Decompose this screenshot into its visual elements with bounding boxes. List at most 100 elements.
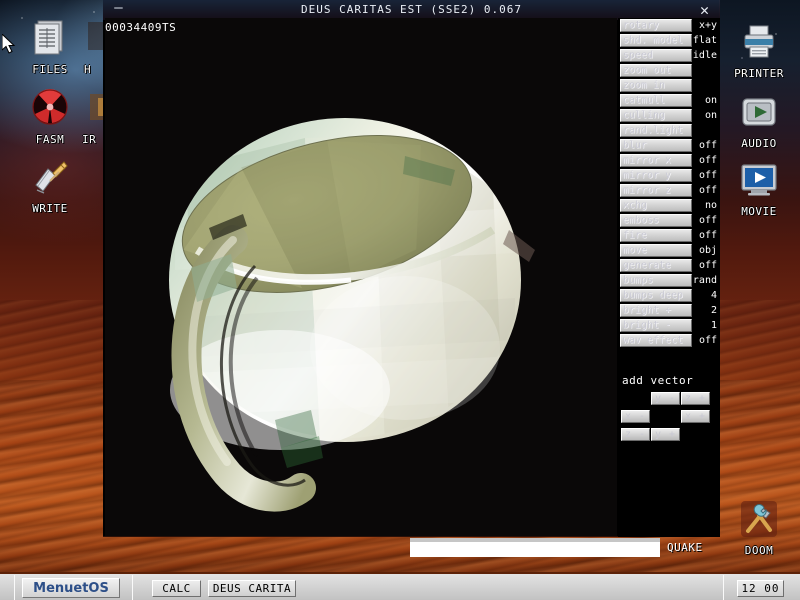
app-window-deus-caritas-est[interactable]: — DEUS CARITAS EST (SSE2) 0.067 ✕ 000344… (103, 0, 720, 537)
control-row-zoom-out: zoom out (618, 63, 720, 78)
control-row-bumps: bumpsrand (618, 273, 720, 288)
shading-model-value: flat (692, 34, 720, 47)
add-vector-block[interactable]: add vector y - z + x - x + z - y + (618, 374, 720, 450)
printer-icon (737, 20, 781, 64)
control-row-move: moveobj (618, 243, 720, 258)
3d-render-viewport[interactable] (105, 18, 617, 536)
desktop-icon-audio[interactable]: AUDIO (727, 90, 791, 150)
add-vector-title: add vector (622, 374, 693, 387)
speed-button[interactable]: speed (620, 49, 692, 62)
mirror-z-button[interactable]: mirror z (620, 184, 692, 197)
mirror-x-value: off (692, 154, 720, 167)
control-row-culling: cullingon (618, 108, 720, 123)
culling-value: on (692, 109, 720, 122)
control-row-zoom-in: zoom in (618, 78, 720, 93)
document-stack-icon (28, 16, 72, 60)
desktop-icon-label: WRITE (18, 202, 82, 215)
rotary-button[interactable]: rotary (620, 19, 692, 32)
partial-icon (78, 16, 104, 60)
control-row-xchg: xchgno (618, 198, 720, 213)
bright-minus-button[interactable]: bright - (620, 319, 692, 332)
move-button[interactable]: move (620, 244, 692, 257)
catmull-value: on (692, 94, 720, 107)
taskbar-divider-left (14, 575, 15, 600)
mirror-x-button[interactable]: mirror x (620, 154, 692, 167)
bumps-button[interactable]: bumps (620, 274, 692, 287)
quill-scroll-icon (28, 155, 72, 199)
window-title: DEUS CARITAS EST (SSE2) 0.067 (103, 3, 720, 16)
desktop-icon-label: FASM (18, 133, 82, 146)
task-button-calc[interactable]: CALC (152, 580, 201, 597)
taskbar[interactable]: MenuetOS CALC DEUS CARITA 12 00 (0, 572, 800, 600)
teapot-render (105, 18, 617, 536)
desktop-icon-clipped-ir[interactable]: IR (78, 86, 104, 146)
window-titlebar[interactable]: — DEUS CARITAS EST (SSE2) 0.067 ✕ (103, 0, 720, 20)
zoom-in-button[interactable]: zoom in (620, 79, 692, 92)
desktop-icon-label: FILES (18, 63, 82, 76)
wav-effect-button[interactable]: wav effect (620, 334, 692, 347)
vec-z-minus-button[interactable]: z - (621, 428, 650, 441)
bumps-deep-button[interactable]: bumps deep (620, 289, 692, 302)
task-button-deus-carita[interactable]: DEUS CARITA (208, 580, 296, 597)
culling-button[interactable]: culling (620, 109, 692, 122)
bright-plus-button[interactable]: bright + (620, 304, 692, 317)
fire-value: off (692, 229, 720, 242)
movie-screen-icon (737, 158, 781, 202)
control-row-generate: generateoff (618, 258, 720, 273)
generate-button[interactable]: generate (620, 259, 692, 272)
control-row-rotary: rotaryx+y (618, 18, 720, 33)
desktop-icon-fasm[interactable]: FASM (18, 86, 82, 146)
control-row-shading-model: shd. modelflat (618, 33, 720, 48)
catmull-button[interactable]: catmull (620, 94, 692, 107)
frame-counter: 00034409TS (105, 21, 176, 34)
blur-button[interactable]: blur (620, 139, 692, 152)
control-row-blur: bluroff (618, 138, 720, 153)
desktop-icon-clipped-h[interactable]: H (78, 16, 104, 76)
taskbar-divider-right (723, 575, 724, 600)
desktop-icon-movie[interactable]: MOVIE (727, 158, 791, 218)
mirror-y-button[interactable]: mirror y (620, 169, 692, 182)
desktop-icon-printer[interactable]: PRINTER (727, 20, 791, 80)
blur-value: off (692, 139, 720, 152)
desktop-icon-label: AUDIO (727, 137, 791, 150)
command-input[interactable] (410, 538, 660, 557)
control-panel[interactable]: rotaryx+yshd. modelflatspeedidlezoom out… (618, 18, 720, 537)
vec-x-plus-button[interactable]: x + (681, 410, 710, 423)
command-bar[interactable]: QUAKE (410, 538, 720, 560)
xchg-value: no (692, 199, 720, 212)
taskbar-divider-mid (132, 575, 133, 600)
control-row-wav-effect: wav effectoff (618, 333, 720, 348)
desktop-icon-label: MOVIE (727, 205, 791, 218)
vec-y-plus-button[interactable]: y + (651, 428, 680, 441)
control-row-bright-plus: bright +2 (618, 303, 720, 318)
emboss-button[interactable]: emboss (620, 214, 692, 227)
control-row-speed: speedidle (618, 48, 720, 63)
shading-model-button[interactable]: shd. model (620, 34, 692, 47)
control-row-fire: fireoff (618, 228, 720, 243)
control-row-bright-minus: bright -1 (618, 318, 720, 333)
desktop-icon-write[interactable]: WRITE (18, 155, 82, 215)
clock[interactable]: 12 00 (737, 580, 784, 597)
desktop-icon-label: H (78, 63, 104, 76)
bright-minus-value: 1 (692, 319, 720, 332)
zoom-out-button[interactable]: zoom out (620, 64, 692, 77)
generate-value: off (692, 259, 720, 272)
vec-y-minus-button[interactable]: y - (651, 392, 680, 405)
desktop-icon-doom[interactable]: DOOM (727, 497, 791, 557)
close-icon[interactable]: ✕ (696, 1, 714, 19)
xchg-button[interactable]: xchg (620, 199, 692, 212)
desktop: FILES FASM WRITE H (0, 0, 800, 600)
desktop-icon-files[interactable]: FILES (18, 16, 82, 76)
fire-button[interactable]: fire (620, 229, 692, 242)
vec-z-plus-button[interactable]: z + (681, 392, 710, 405)
play-button-icon (737, 90, 781, 134)
rand-light-button[interactable]: rand.light (620, 124, 692, 137)
control-row-mirror-x: mirror xoff (618, 153, 720, 168)
bumps-value: rand (692, 274, 720, 287)
bumps-deep-value: 4 (692, 289, 720, 302)
mirror-y-value: off (692, 169, 720, 182)
menu-button[interactable]: MenuetOS (22, 578, 120, 598)
desktop-icon-label: IR (78, 133, 104, 146)
move-value: obj (692, 244, 720, 257)
vec-x-minus-button[interactable]: x - (621, 410, 650, 423)
